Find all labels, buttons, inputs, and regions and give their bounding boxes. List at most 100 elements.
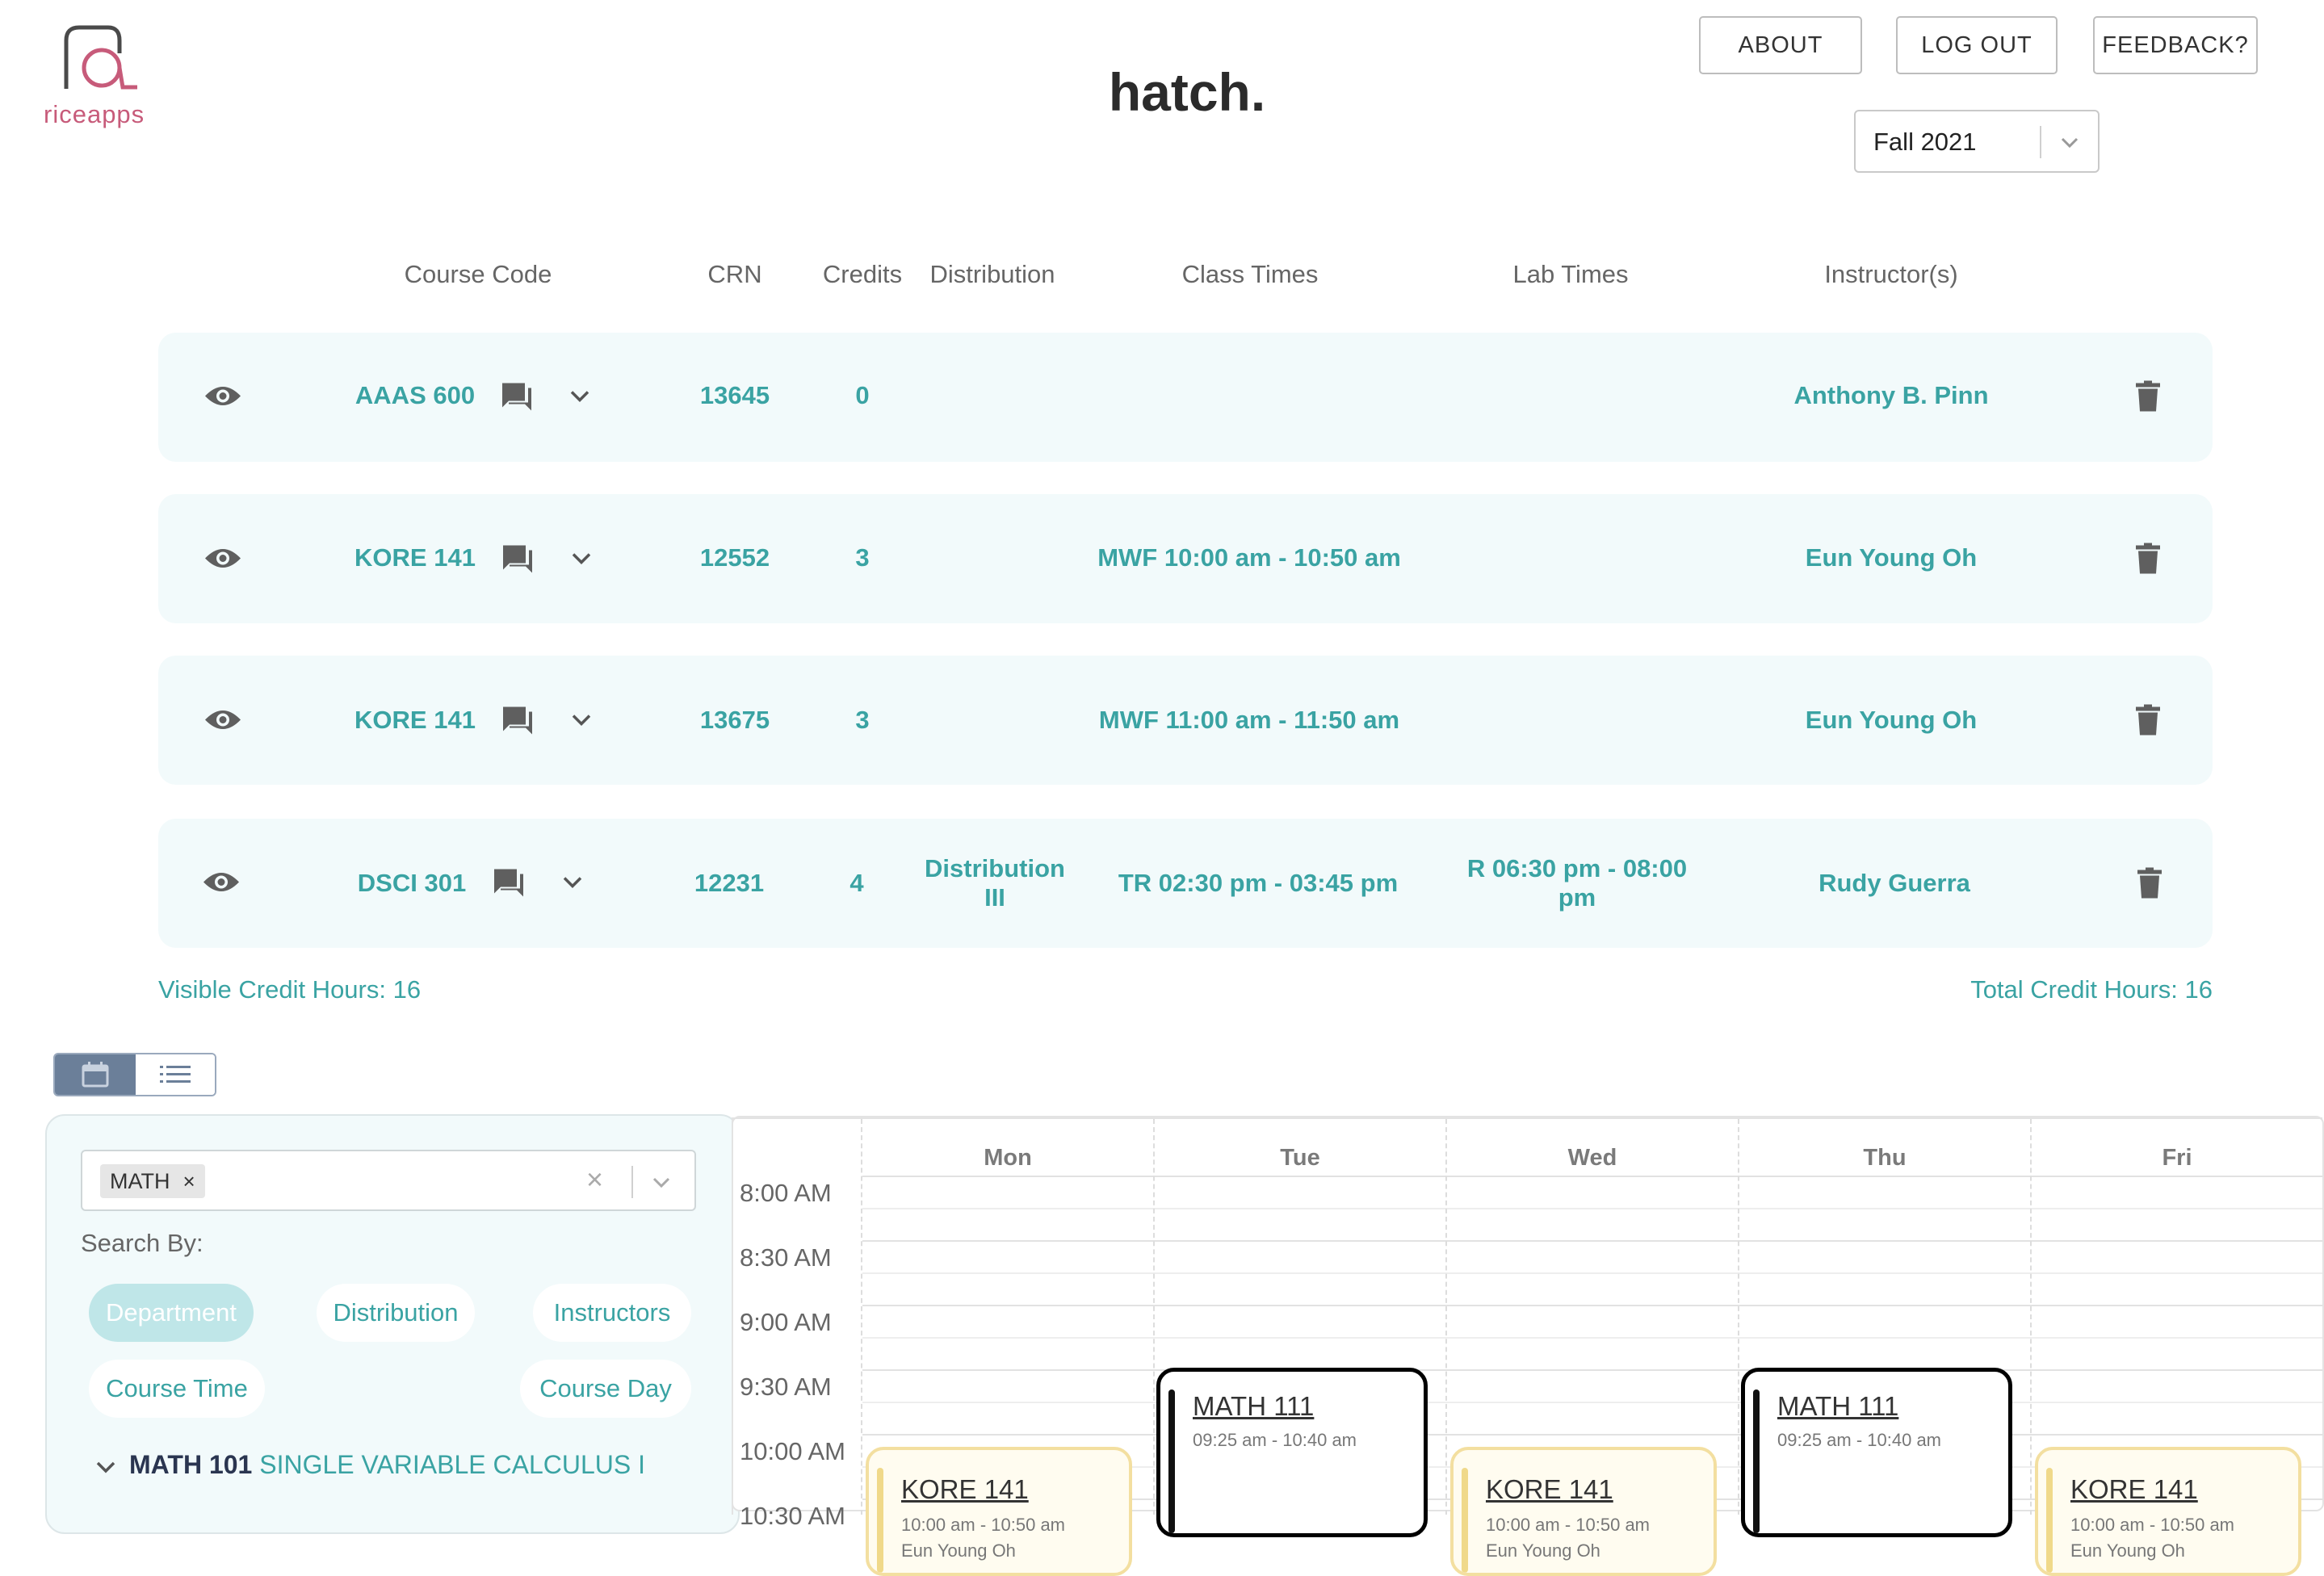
course-code[interactable]: DSCI 301 xyxy=(358,869,466,898)
distribution: Distribution III xyxy=(925,854,1065,912)
event-name: MATH 111 xyxy=(1777,1391,1899,1421)
about-button[interactable]: ABOUT xyxy=(1699,16,1862,74)
grid-line xyxy=(862,1208,2322,1209)
event-time: 09:25 am - 10:40 am xyxy=(1193,1430,1357,1450)
feedback-button[interactable]: FEEDBACK? xyxy=(2093,16,2258,74)
grid-line xyxy=(862,1272,2322,1274)
grid-line xyxy=(862,1176,2322,1177)
col-distribution: Distribution xyxy=(929,260,1055,288)
event-name: KORE 141 xyxy=(2070,1474,2198,1504)
trash-icon[interactable] xyxy=(2136,543,2160,578)
col-course-code: Course Code xyxy=(404,260,552,288)
filter-course-time[interactable]: Course Time xyxy=(89,1360,265,1418)
class-times: TR 02:30 pm - 03:45 pm xyxy=(1118,869,1399,897)
eye-icon[interactable] xyxy=(203,383,242,414)
class-times: MWF 11:00 am - 11:50 am xyxy=(1098,706,1400,734)
selected-tag[interactable]: MATH × xyxy=(100,1164,205,1198)
chevron-down-icon[interactable] xyxy=(95,1460,116,1474)
instructor: Rudy Guerra xyxy=(1819,869,1970,897)
event-bar xyxy=(1753,1389,1760,1533)
filter-distribution[interactable]: Distribution xyxy=(317,1284,475,1342)
view-toggle[interactable] xyxy=(53,1053,216,1096)
search-result-course[interactable]: MATH 101 SINGLE VARIABLE CALCULUS I xyxy=(95,1450,645,1480)
col-instructors: Instructor(s) xyxy=(1824,260,1958,288)
event-bar xyxy=(877,1468,883,1573)
event-name: MATH 111 xyxy=(1193,1391,1315,1421)
col-crn: CRN xyxy=(707,260,762,288)
event-name: KORE 141 xyxy=(901,1474,1029,1504)
event-time: 10:00 am - 10:50 am xyxy=(2070,1515,2235,1535)
logo-text: riceapps xyxy=(44,100,145,128)
course-code[interactable]: KORE 141 xyxy=(354,543,476,572)
day-header-thu: Thu xyxy=(1863,1145,1907,1171)
list-icon xyxy=(160,1066,191,1083)
instructor: Anthony B. Pinn xyxy=(1793,381,1989,409)
eye-icon[interactable] xyxy=(203,706,242,738)
course-code[interactable]: AAAS 600 xyxy=(355,381,475,410)
event-time: 10:00 am - 10:50 am xyxy=(1486,1515,1651,1535)
grid-line xyxy=(862,1240,2322,1242)
chevron-down-icon[interactable] xyxy=(561,874,584,895)
grid-line xyxy=(862,1434,2322,1436)
remove-tag-icon[interactable]: × xyxy=(183,1169,195,1194)
tag-label: MATH xyxy=(110,1168,170,1193)
trash-icon[interactable] xyxy=(2137,867,2162,903)
time-gutter-line xyxy=(732,1119,733,1515)
crn: 13675 xyxy=(699,706,770,734)
trash-icon[interactable] xyxy=(2136,704,2160,740)
clear-icon[interactable]: × xyxy=(586,1163,603,1197)
time-label: 10:00 AM xyxy=(740,1437,845,1465)
crn: 12231 xyxy=(694,869,765,897)
time-label: 10:30 AM xyxy=(740,1502,845,1530)
department-search-input[interactable]: MATH × × xyxy=(81,1150,696,1211)
comment-icon[interactable] xyxy=(491,866,526,903)
day-divider xyxy=(2030,1119,2033,1515)
eye-icon[interactable] xyxy=(202,869,241,900)
filter-department[interactable]: Department xyxy=(89,1284,254,1342)
credits: 3 xyxy=(855,543,870,572)
app-title: hatch. xyxy=(1108,62,1266,122)
grid-line xyxy=(732,1117,2322,1119)
lab-times: R 06:30 pm - 08:00 pm xyxy=(1466,854,1688,912)
chevron-down-icon[interactable] xyxy=(648,1166,675,1198)
search-by-label: Search By: xyxy=(81,1229,203,1257)
logout-button[interactable]: LOG OUT xyxy=(1896,16,2058,74)
filter-instructors[interactable]: Instructors xyxy=(533,1284,691,1342)
calendar-event[interactable]: KORE 141 10:00 am - 10:50 am Eun Young O… xyxy=(2035,1447,2301,1576)
calendar-event[interactable]: MATH 111 09:25 am - 10:40 am xyxy=(1156,1368,1428,1537)
event-name: KORE 141 xyxy=(1486,1474,1613,1504)
riceapps-logo-icon xyxy=(64,25,137,90)
grid-line xyxy=(862,1369,2322,1371)
course-code[interactable]: KORE 141 xyxy=(354,706,476,735)
eye-icon[interactable] xyxy=(203,545,242,576)
comment-icon[interactable] xyxy=(500,543,535,579)
comment-icon[interactable] xyxy=(500,704,535,740)
event-bar xyxy=(1462,1468,1468,1573)
filter-course-day[interactable]: Course Day xyxy=(520,1360,691,1418)
day-header-wed: Wed xyxy=(1567,1145,1617,1171)
total-credit-hours: Total Credit Hours: 16 xyxy=(1970,975,2213,1004)
term-select[interactable]: Fall 2021 xyxy=(1854,110,2100,173)
chevron-down-icon xyxy=(2061,137,2079,149)
term-value: Fall 2021 xyxy=(1873,128,1977,156)
instructor: Eun Young Oh xyxy=(1805,706,1978,734)
time-label: 8:00 AM xyxy=(740,1179,832,1207)
event-time: 10:00 am - 10:50 am xyxy=(901,1515,1066,1535)
chevron-down-icon[interactable] xyxy=(568,388,591,409)
calendar-event[interactable]: KORE 141 10:00 am - 10:50 am Eun Young O… xyxy=(866,1447,1132,1576)
calendar-view-button[interactable] xyxy=(55,1054,136,1095)
calendar-event[interactable]: KORE 141 10:00 am - 10:50 am Eun Young O… xyxy=(1450,1447,1717,1576)
chevron-down-icon[interactable] xyxy=(570,551,593,571)
chevron-down-icon[interactable] xyxy=(570,712,593,732)
trash-icon[interactable] xyxy=(2136,380,2160,416)
calendar-event[interactable]: MATH 111 09:25 am - 10:40 am xyxy=(1741,1368,2012,1537)
visible-credit-hours: Visible Credit Hours: 16 xyxy=(158,975,422,1004)
result-course-code: MATH 101 xyxy=(129,1450,253,1479)
class-times: MWF 10:00 am - 10:50 am xyxy=(1097,543,1401,572)
day-header-tue: Tue xyxy=(1280,1145,1320,1171)
event-bar xyxy=(1168,1389,1175,1533)
comment-icon[interactable] xyxy=(499,380,535,417)
time-label: 9:00 AM xyxy=(740,1308,832,1336)
list-view-button[interactable] xyxy=(136,1054,215,1095)
day-header-fri: Fri xyxy=(2162,1145,2192,1171)
